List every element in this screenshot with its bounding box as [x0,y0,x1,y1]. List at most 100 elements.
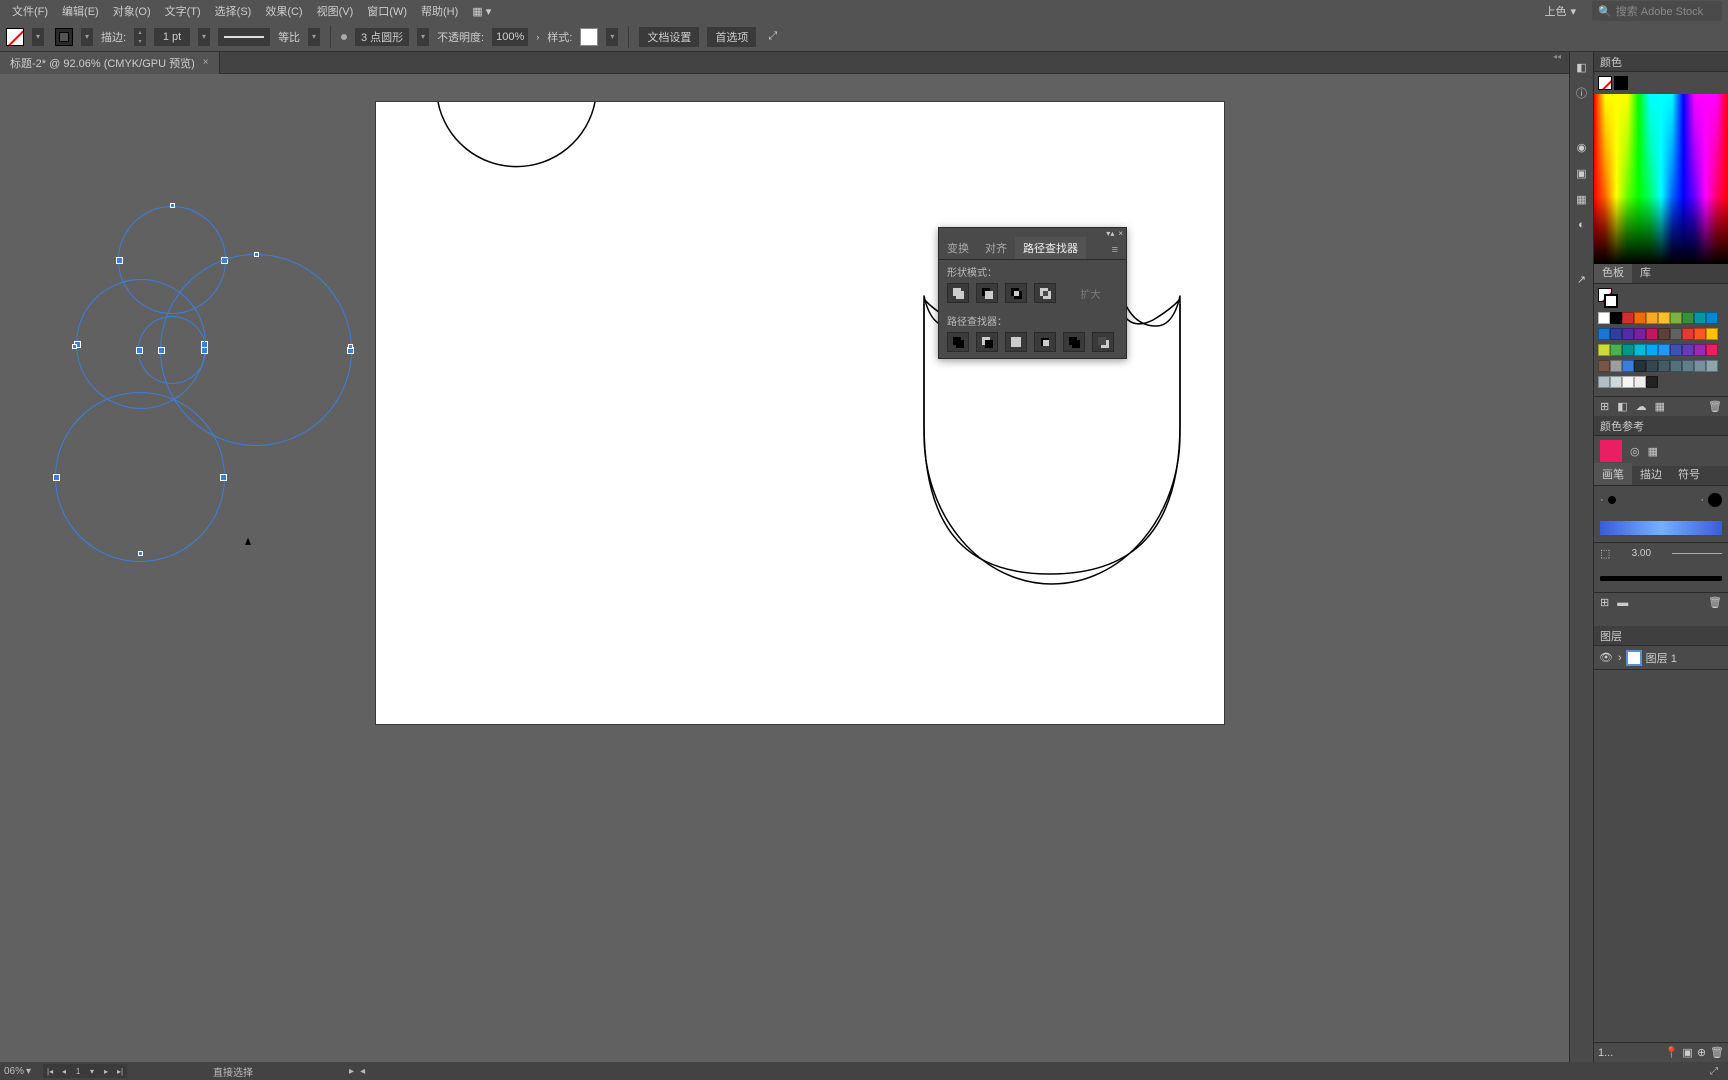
graphic-style[interactable] [580,28,598,46]
properties-icon[interactable]: ◧ [1573,58,1591,76]
last-artboard-icon[interactable]: ▸| [113,1064,127,1078]
tab-transform[interactable]: 变换 [939,237,977,259]
first-artboard-icon[interactable]: |◂ [43,1064,57,1078]
menu-arrange-icon[interactable]: ▦ ▾ [466,3,497,20]
color-fillstroke[interactable] [1594,72,1728,94]
swatch-color[interactable] [1706,312,1718,324]
stroke-weight-stepper[interactable]: ▴▾ [134,28,146,46]
selected-ellipse[interactable] [55,392,225,562]
document-setup-button[interactable]: 文档设置 [639,27,699,47]
status-play-icon[interactable]: ▸ [349,1066,354,1077]
close-tab-icon[interactable]: × [203,57,209,68]
brush-item[interactable] [1594,514,1728,542]
brush-libraries-icon[interactable]: ⊞ [1600,596,1609,609]
color-guide-header[interactable]: 颜色参考 [1594,416,1728,436]
menu-view[interactable]: 视图(V) [311,1,360,21]
menu-window[interactable]: 窗口(W) [361,1,413,21]
intersect-button[interactable] [1005,283,1027,303]
panels-toggle[interactable]: ◂◂ [1553,52,1565,60]
menu-file[interactable]: 文件(F) [6,1,54,21]
swatch-color[interactable] [1658,328,1670,340]
swatch-color[interactable] [1622,360,1634,372]
swatch-color[interactable] [1706,344,1718,356]
stroke-swatch[interactable] [52,28,73,46]
swatch-color[interactable] [1622,344,1634,356]
stroke-profile-dropdown[interactable] [308,28,320,46]
stroke-profile[interactable] [218,28,270,46]
tab-align[interactable]: 对齐 [977,237,1015,259]
close-panel-icon[interactable]: × [1118,229,1123,239]
swatch-color[interactable] [1598,328,1610,340]
stroke-weight-value[interactable]: 1 pt [154,28,190,46]
graphic-styles-icon[interactable]: ▣ [1573,164,1591,182]
tab-strokes[interactable]: 描边 [1632,463,1670,485]
swatch-color[interactable] [1670,328,1682,340]
artboard-number[interactable]: 1 [71,1064,85,1078]
brush-item[interactable] [1594,564,1728,592]
export-icon[interactable]: ↗ [1573,270,1591,288]
swatch-color[interactable] [1646,344,1658,356]
stock-search[interactable]: 🔍 搜索 Adobe Stock [1592,1,1722,21]
swatch-color[interactable] [1706,328,1718,340]
swatch-color[interactable] [1622,328,1634,340]
swatch-color[interactable] [1706,360,1718,372]
color-guide-body[interactable]: ◎ ▦ [1594,436,1728,466]
swatch-color[interactable] [1598,344,1610,356]
swatch-color[interactable] [1670,344,1682,356]
menu-text[interactable]: 文字(T) [159,1,207,21]
swatch-color[interactable] [1598,376,1610,388]
layer-name[interactable]: 图层 1 [1646,650,1677,666]
trash-icon[interactable]: 🗑 [1708,596,1722,609]
menu-edit[interactable]: 编辑(E) [56,1,105,21]
new-colorgroup-icon[interactable]: ▦ [1655,400,1665,413]
workspace-switcher[interactable]: 上色▾ [1538,1,1582,21]
tab-pathfinder[interactable]: 路径查找器 [1015,237,1086,259]
harmony-grid-icon[interactable]: ▦ [1648,445,1658,458]
pathfinder-panel[interactable]: ▾▴ × 变换 对齐 路径查找器 ≡ 形状模式： 扩大 路径查找器： [938,227,1127,359]
swatch-color[interactable] [1694,344,1706,356]
merge-button[interactable] [1005,332,1027,352]
preferences-button[interactable]: 首选项 [707,27,756,47]
swatch-color[interactable] [1694,312,1706,324]
tab-library[interactable]: 库 [1632,261,1659,283]
brush-item-icon[interactable]: ▬ [1617,597,1628,609]
swatches-grid[interactable] [1594,308,1728,396]
color-panel-header[interactable]: 颜色 [1594,52,1728,72]
canvas-area[interactable]: ▴ ▾▴ × 变换 对齐 路径查找器 ≡ 形状模式： 扩大 路径查找器： [0,74,1569,1062]
tab-swatches[interactable]: 色板 [1594,261,1632,283]
opacity-flyout[interactable]: › [536,32,539,42]
appearance-icon[interactable]: ◉ [1573,138,1591,156]
layer-row[interactable]: 👁 › 图层 1 [1594,646,1728,670]
tab-symbols[interactable]: 符号 [1670,463,1708,485]
swatch-color[interactable] [1622,312,1634,324]
swatch-color[interactable] [1598,360,1610,372]
menu-effect[interactable]: 效果(C) [259,1,308,21]
symbols-icon[interactable]: ◐ [1573,216,1591,234]
swatch-color[interactable] [1694,328,1706,340]
outline-button[interactable] [1063,332,1085,352]
divide-button[interactable] [947,332,969,352]
swatch-color[interactable] [1646,312,1658,324]
swatch-color[interactable] [1598,312,1610,324]
trash-icon[interactable]: 🗑 [1708,400,1722,413]
swatch-color[interactable] [1682,328,1694,340]
status-expand-icon[interactable]: ⤢ [1710,1066,1718,1077]
brush-dropdown[interactable] [417,28,429,46]
layers-header[interactable]: 图层 [1594,626,1728,646]
swatch-color[interactable] [1670,312,1682,324]
unite-button[interactable] [947,283,969,303]
next-artboard-icon[interactable]: ▸ [99,1064,113,1078]
swatches-fillstroke[interactable] [1594,284,1728,308]
swatch-color[interactable] [1646,360,1658,372]
brush-size-value[interactable]: 3.00 [1616,548,1666,559]
tab-brushes[interactable]: 画笔 [1594,463,1632,485]
base-color-swatch[interactable] [1600,440,1622,462]
swatch-color[interactable] [1670,360,1682,372]
swatch-color[interactable] [1694,360,1706,372]
swatch-color[interactable] [1610,360,1622,372]
brush-item[interactable]: · · [1594,486,1728,514]
exclude-button[interactable] [1034,283,1056,303]
stroke-weight-dropdown[interactable] [198,28,210,46]
zoom-level[interactable]: 06%▾ [4,1066,31,1077]
swatch-options-icon[interactable]: ☁ [1636,400,1647,413]
